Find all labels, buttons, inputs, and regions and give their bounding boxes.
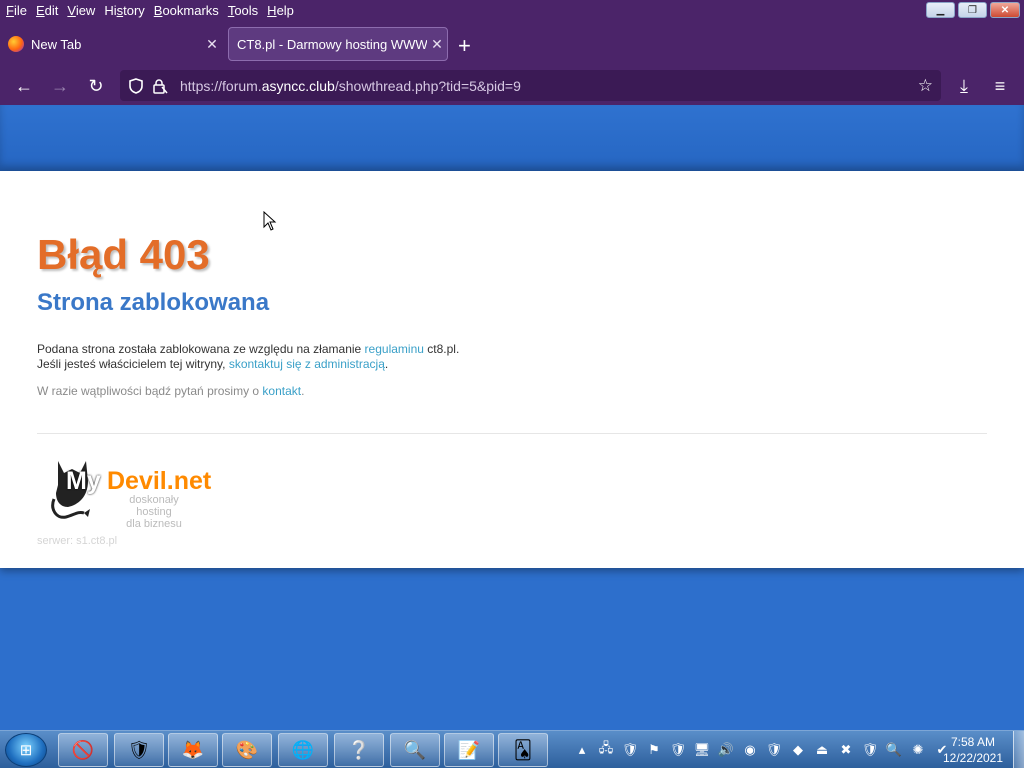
lock-icon[interactable] xyxy=(152,78,168,94)
menu-view[interactable]: View xyxy=(67,3,95,18)
menu-bookmarks[interactable]: Bookmarks xyxy=(154,3,219,18)
shield-icon[interactable] xyxy=(128,77,144,94)
menu-history[interactable]: History xyxy=(104,3,144,18)
reload-icon[interactable]: ↻ xyxy=(84,74,108,98)
page-header-band xyxy=(0,105,1024,171)
contact-admin-link[interactable]: skontaktuj się z administracją xyxy=(229,357,385,371)
mouse-cursor-icon xyxy=(263,211,277,231)
contact-link[interactable]: kontakt xyxy=(262,384,301,398)
tray-error-icon[interactable]: ✖ xyxy=(836,741,856,759)
firefox-icon xyxy=(8,36,24,52)
tray-shield-icon[interactable]: 🛡 xyxy=(620,741,640,759)
taskbar-security-icon[interactable]: 🛡 xyxy=(114,733,164,767)
menu-bar: File Edit View History Bookmarks Tools H… xyxy=(0,0,1024,21)
url-text[interactable]: https://forum.asyncc.club/showthread.php… xyxy=(180,78,521,94)
tab-bar: New Tab ✕ CT8.pl - Darmowy hosting WWW -… xyxy=(0,23,1024,65)
window-controls: ▁ ❐ ✕ xyxy=(926,2,1020,18)
tray-shield3-icon[interactable]: 🛡 xyxy=(764,741,784,759)
taskbar: ⊞ 🚫 🛡 🦊 🎨 🌐 ❔ 🔍 📝 🂡 ▴ 🖧 🛡 ⚑ 🛡 🖥 🔊 ◉ 🛡 ◆ … xyxy=(0,730,1024,768)
error-panel: Błąd 403 Strona zablokowana Podana stron… xyxy=(0,171,1024,568)
clock[interactable]: 7:58 AM 12/22/2021 xyxy=(935,734,1011,766)
tray-search-icon[interactable]: 🔍 xyxy=(884,741,904,759)
questions-note: W razie wątpliwości bądź pytań prosimy o… xyxy=(37,384,305,398)
nav-bar: ← → ↻ https://forum.asyncc.club/showthre… xyxy=(0,66,1024,105)
close-tab-icon[interactable]: ✕ xyxy=(427,36,447,53)
tab-new-tab[interactable]: New Tab ✕ xyxy=(0,27,222,61)
restore-button[interactable]: ❐ xyxy=(958,2,987,18)
tray-flag-icon[interactable]: ⚑ xyxy=(644,741,664,759)
taskbar-cards-icon[interactable]: 🂡 xyxy=(498,733,548,767)
tray-update-icon[interactable]: ◉ xyxy=(740,741,760,759)
taskbar-help-icon[interactable]: ❔ xyxy=(334,733,384,767)
error-description: Podana strona została zablokowana ze wzg… xyxy=(37,342,460,371)
download-icon[interactable]: ⤓ xyxy=(952,74,976,98)
tab-title: New Tab xyxy=(31,36,82,52)
tab-ct8[interactable]: CT8.pl - Darmowy hosting WWW - ✕ xyxy=(228,27,448,61)
taskbar-firefox-icon[interactable]: 🦊 xyxy=(168,733,218,767)
close-tab-icon[interactable]: ✕ xyxy=(202,36,222,53)
mydevil-logo: My Devil.net doskonały hosting dla biznes… xyxy=(44,451,234,530)
back-arrow-icon[interactable]: ← xyxy=(12,74,36,98)
divider xyxy=(37,433,987,434)
tab-title: CT8.pl - Darmowy hosting WWW - xyxy=(237,36,427,52)
error-title: Błąd 403 xyxy=(37,231,210,278)
tray-shield4-icon[interactable]: 🛡 xyxy=(860,741,880,759)
menu-help[interactable]: Help xyxy=(267,3,294,18)
hamburger-menu-icon[interactable]: ≡ xyxy=(988,74,1012,98)
start-button[interactable]: ⊞ xyxy=(5,733,47,767)
tray-network-icon[interactable]: 🖧 xyxy=(596,740,616,759)
taskbar-network-icon[interactable]: 🌐 xyxy=(278,733,328,767)
clock-time: 7:58 AM xyxy=(950,735,996,749)
taskbar-paint-icon[interactable]: 🎨 xyxy=(222,733,272,767)
new-tab-plus-icon[interactable]: + xyxy=(458,33,471,59)
tray-shield2-icon[interactable]: 🛡 xyxy=(668,741,688,759)
clock-date: 12/22/2021 xyxy=(942,751,1004,765)
taskbar-app-blocked-icon[interactable]: 🚫 xyxy=(58,733,108,767)
error-subtitle: Strona zablokowana xyxy=(37,289,270,316)
menu-tools[interactable]: Tools xyxy=(228,3,258,18)
tray-diamond-icon[interactable]: ◆ xyxy=(788,741,808,759)
close-window-button[interactable]: ✕ xyxy=(990,2,1020,18)
bookmark-star-icon[interactable]: ☆ xyxy=(918,76,933,96)
browser-chrome: File Edit View History Bookmarks Tools H… xyxy=(0,0,1024,105)
minimize-button[interactable]: ▁ xyxy=(926,2,955,18)
rules-link[interactable]: regulaminu xyxy=(365,342,424,356)
show-desktop-button[interactable] xyxy=(1013,731,1024,768)
tray-expand-icon[interactable]: ▴ xyxy=(572,741,592,759)
tray-drive-icon[interactable]: ⏏ xyxy=(812,741,832,759)
tray-volume-icon[interactable]: 🔊 xyxy=(716,741,736,759)
forward-arrow-icon[interactable]: → xyxy=(48,74,72,98)
tray-monitor-icon[interactable]: 🖥 xyxy=(692,741,712,759)
taskbar-editor-icon[interactable]: 📝 xyxy=(444,733,494,767)
menu-file[interactable]: File xyxy=(6,3,27,18)
taskbar-search-icon[interactable]: 🔍 xyxy=(390,733,440,767)
server-label: serwer: s1.ct8.pl xyxy=(37,535,118,547)
system-tray: ▴ 🖧 🛡 ⚑ 🛡 🖥 🔊 ◉ 🛡 ◆ ⏏ ✖ 🛡 🔍 ✺ ✔ xyxy=(572,739,952,761)
address-bar[interactable]: https://forum.asyncc.club/showthread.php… xyxy=(120,70,941,101)
tray-virus-icon[interactable]: ✺ xyxy=(908,741,928,759)
menu-edit[interactable]: Edit xyxy=(36,3,58,18)
